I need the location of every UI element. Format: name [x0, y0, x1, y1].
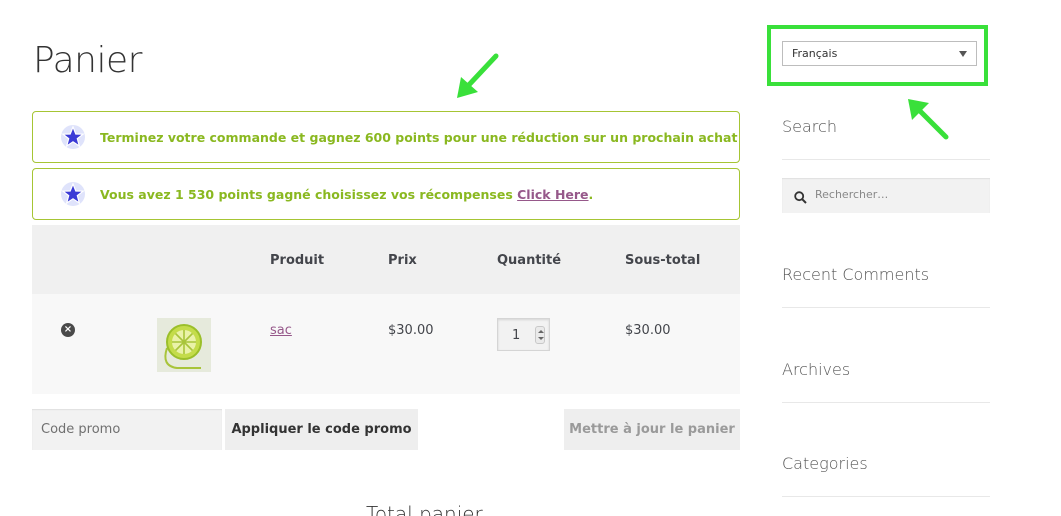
- archives-title: Archives: [782, 360, 851, 379]
- annotation-arrow-icon: [908, 99, 949, 140]
- rewards-notice: Vous avez 1 530 points gagné choisissez …: [32, 168, 740, 220]
- search-input[interactable]: Rechercher…: [782, 178, 990, 213]
- star-icon: [60, 181, 86, 207]
- cart-table: Produit Prix Quantité Sous-total × sac $…: [32, 225, 740, 394]
- notice-text: Terminez votre commande et gagnez 600 po…: [100, 129, 738, 145]
- table-header: Produit Prix Quantité Sous-total: [32, 225, 740, 294]
- cart-actions: Code promo Appliquer le code promo Mettr…: [32, 409, 740, 450]
- page-title: Panier: [33, 40, 142, 81]
- click-here-link[interactable]: Click Here: [517, 187, 588, 202]
- language-value: Français: [792, 47, 838, 60]
- divider: [782, 159, 990, 160]
- product-name[interactable]: sac: [270, 323, 292, 338]
- search-placeholder: Rechercher…: [815, 188, 889, 201]
- points-notice: Terminez votre commande et gagnez 600 po…: [32, 111, 740, 163]
- divider: [782, 496, 990, 497]
- search-widget-title: Search: [782, 117, 837, 136]
- update-cart-button[interactable]: Mettre à jour le panier: [564, 409, 740, 450]
- language-select[interactable]: Français: [782, 41, 977, 66]
- star-icon: [60, 124, 86, 150]
- product-price: $30.00: [388, 323, 434, 338]
- header-subtotal: Sous-total: [625, 253, 701, 268]
- apply-promo-button[interactable]: Appliquer le code promo: [225, 409, 418, 450]
- product-thumbnail[interactable]: [157, 318, 211, 372]
- recent-comments-title: Recent Comments: [782, 265, 930, 284]
- divider: [782, 402, 990, 403]
- chevron-down-icon: [959, 51, 967, 57]
- header-product: Produit: [270, 253, 325, 268]
- notice-suffix: .: [588, 186, 594, 202]
- table-row: [32, 294, 740, 394]
- notice-text: Vous avez 1 530 points gagné choisissez …: [100, 187, 593, 202]
- divider: [782, 307, 990, 308]
- cart-totals-title: Total panier: [366, 502, 483, 516]
- notice-message: Vous avez 1 530 points gagné choisissez …: [100, 186, 518, 202]
- header-price: Prix: [388, 253, 417, 268]
- product-link[interactable]: sac: [270, 323, 292, 338]
- search-icon: [794, 189, 807, 208]
- annotation-arrow-icon: [457, 53, 499, 98]
- remove-item-icon[interactable]: ×: [61, 323, 75, 337]
- quantity-value[interactable]: 1: [512, 328, 520, 343]
- header-quantity: Quantité: [497, 253, 562, 268]
- promo-code-input[interactable]: Code promo: [32, 409, 222, 450]
- categories-title: Categories: [782, 454, 868, 473]
- quantity-stepper[interactable]: 1: [497, 318, 550, 351]
- spinner-arrows-icon[interactable]: [535, 326, 545, 344]
- product-subtotal: $30.00: [625, 323, 671, 338]
